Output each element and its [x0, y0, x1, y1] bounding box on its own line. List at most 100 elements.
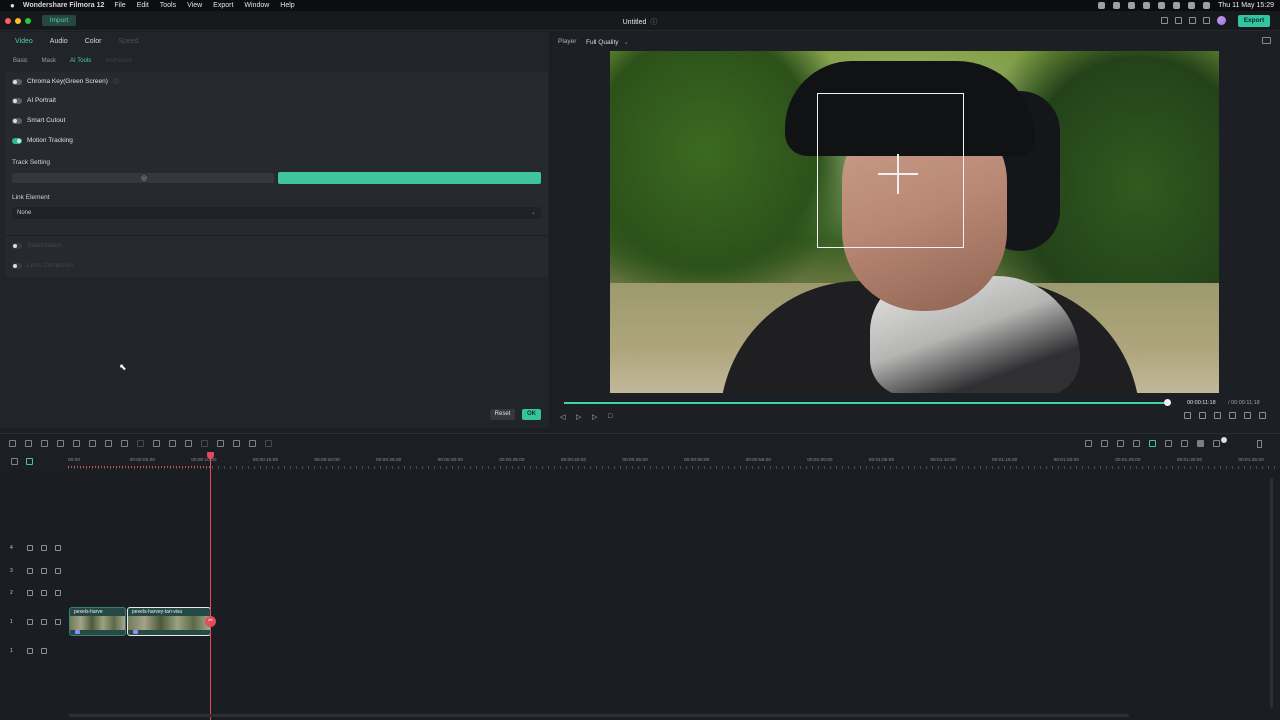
stabilization-toggle[interactable]: [12, 242, 22, 249]
start-tracking-button[interactable]: [278, 172, 541, 184]
subtab-basic[interactable]: Basic: [13, 58, 28, 64]
horizontal-scrollbar[interactable]: [69, 714, 1129, 717]
status-icon[interactable]: [1143, 2, 1151, 9]
volume-icon[interactable]: [41, 648, 47, 654]
apple-icon[interactable]: ●: [10, 1, 15, 10]
status-icon[interactable]: [1098, 2, 1106, 9]
eye-icon[interactable]: [55, 590, 61, 596]
select-icon[interactable]: [25, 440, 32, 447]
motion-icon[interactable]: [249, 440, 256, 447]
ai-portrait-toggle[interactable]: [12, 97, 22, 104]
menubar-clock[interactable]: Thu 11 May 15:29: [1218, 2, 1274, 9]
menu-file[interactable]: File: [114, 2, 125, 9]
subtab-mask[interactable]: Mask: [42, 58, 56, 64]
crop-icon[interactable]: [121, 440, 128, 447]
tab-video[interactable]: Video: [15, 38, 33, 45]
tracking-box[interactable]: [817, 93, 964, 248]
more-icon[interactable]: [265, 440, 272, 447]
menu-edit[interactable]: Edit: [137, 2, 149, 9]
tab-speed[interactable]: Speed: [118, 38, 138, 45]
mark-out-icon[interactable]: [1199, 412, 1206, 419]
track-area-button[interactable]: ◎: [12, 173, 274, 183]
time-ruler[interactable]: 00:00 00:00:05:00 00:00:10:00 00:00:15:00 00…: [68, 455, 1280, 469]
transform-icon[interactable]: [185, 440, 192, 447]
video-clip[interactable]: pexels-harve: [69, 607, 126, 636]
vertical-scrollbar[interactable]: [1270, 478, 1273, 708]
playhead[interactable]: [210, 453, 211, 720]
snapshot-icon[interactable]: [1262, 37, 1271, 44]
keyframe-icon[interactable]: [201, 440, 208, 447]
layout-icon[interactable]: [9, 440, 16, 447]
eye-icon[interactable]: [55, 545, 61, 551]
search-icon[interactable]: [1188, 2, 1196, 9]
menu-window[interactable]: Window: [244, 2, 269, 9]
volume-icon[interactable]: [41, 590, 47, 596]
mic-icon[interactable]: [1117, 440, 1124, 447]
control-center-icon[interactable]: [1203, 2, 1211, 9]
volume-icon[interactable]: [41, 545, 47, 551]
smart-cutout-toggle[interactable]: [12, 117, 22, 124]
tab-color[interactable]: Color: [85, 38, 102, 45]
zoom-out-icon[interactable]: [1181, 440, 1188, 447]
motion-tracking-toggle[interactable]: [12, 137, 22, 144]
split-icon[interactable]: [89, 440, 96, 447]
status-icon[interactable]: [1113, 2, 1121, 9]
menu-help[interactable]: Help: [280, 2, 294, 9]
lock-icon[interactable]: [27, 545, 33, 551]
eye-icon[interactable]: [55, 619, 61, 625]
zoom-slider[interactable]: [1197, 437, 1227, 447]
lock-icon[interactable]: [27, 619, 33, 625]
stop-icon[interactable]: □: [608, 413, 612, 420]
stretch-icon[interactable]: [233, 440, 240, 447]
scissors-icon[interactable]: ✂: [205, 616, 216, 627]
playback-progress[interactable]: [564, 399, 1171, 406]
link-element-select[interactable]: None ⌄: [12, 207, 541, 219]
menu-tools[interactable]: Tools: [160, 2, 176, 9]
delete-icon[interactable]: [73, 440, 80, 447]
fullscreen-icon[interactable]: [1259, 412, 1266, 419]
menu-export[interactable]: Export: [213, 2, 233, 9]
quality-select[interactable]: Full Quality ⌄: [586, 38, 629, 46]
speed-icon[interactable]: [153, 440, 160, 447]
eye-icon[interactable]: [55, 568, 61, 574]
crosshair-icon[interactable]: [878, 154, 918, 194]
subtab-ai-tools[interactable]: AI Tools: [70, 58, 91, 64]
cloud-icon[interactable]: [1189, 17, 1196, 24]
notification-icon[interactable]: [1203, 17, 1210, 24]
status-icon[interactable]: [1128, 2, 1136, 9]
progress-knob[interactable]: [1163, 399, 1171, 406]
tab-audio[interactable]: Audio: [50, 38, 68, 45]
lens-correction-toggle[interactable]: [12, 262, 22, 269]
lock-icon[interactable]: [27, 568, 33, 574]
battery-icon[interactable]: [1158, 2, 1166, 9]
zoom-icon[interactable]: [137, 440, 144, 447]
help-icon[interactable]: ⓘ: [113, 77, 119, 86]
playhead-handle[interactable]: [207, 452, 214, 459]
audio-icon[interactable]: [217, 440, 224, 447]
render-icon[interactable]: [1085, 440, 1092, 447]
lock-icon[interactable]: [27, 590, 33, 596]
track-height-icon[interactable]: [1257, 440, 1262, 448]
ai-icon[interactable]: [1133, 440, 1140, 447]
display-icon[interactable]: [1214, 412, 1221, 419]
snap-icon[interactable]: [1149, 440, 1156, 447]
volume-icon[interactable]: [1244, 412, 1251, 419]
undo-icon[interactable]: [41, 440, 48, 447]
text-icon[interactable]: [105, 440, 112, 447]
info-icon[interactable]: ⓘ: [650, 19, 657, 26]
volume-icon[interactable]: [41, 619, 47, 625]
snapshot-icon[interactable]: [1229, 412, 1236, 419]
lock-icon[interactable]: [27, 648, 33, 654]
play-back-icon[interactable]: ▷: [576, 413, 581, 421]
export-button[interactable]: Export: [1238, 15, 1270, 27]
marker-icon[interactable]: [1101, 440, 1108, 447]
chroma-key-toggle[interactable]: [12, 78, 22, 85]
video-preview[interactable]: [610, 51, 1219, 393]
play-icon[interactable]: ▷: [592, 413, 597, 421]
color-icon[interactable]: [169, 440, 176, 447]
menu-view[interactable]: View: [187, 2, 202, 9]
add-track-icon[interactable]: [11, 458, 18, 465]
prev-frame-icon[interactable]: ◁: [560, 413, 565, 421]
mark-in-icon[interactable]: [1184, 412, 1191, 419]
subtab-animation[interactable]: Animation: [105, 58, 132, 64]
